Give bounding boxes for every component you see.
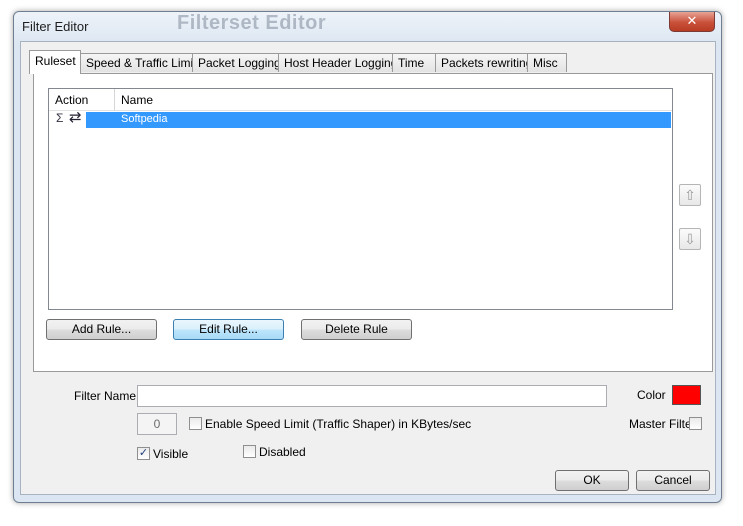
filter-name-label: Filter Name	[74, 389, 137, 403]
row-selection-highlight	[86, 112, 671, 128]
add-rule-button[interactable]: Add Rule...	[46, 319, 157, 340]
tab-host-header-logging[interactable]: Host Header Logging	[278, 53, 397, 72]
disabled-checkbox[interactable]	[243, 445, 256, 458]
arrow-up-icon: ⇧	[684, 187, 696, 203]
master-filter-label: Master Filter	[629, 417, 696, 431]
rule-name: Softpedia	[121, 113, 168, 125]
column-header-name[interactable]: Name	[115, 89, 672, 111]
dialog-client-area: Ruleset Speed & Traffic Limit Packet Log…	[20, 41, 716, 495]
window-title: Filter Editor	[22, 19, 89, 34]
checkmark-icon: ✓	[138, 447, 149, 459]
background-window-title: Filterset Editor	[177, 12, 327, 34]
delete-rule-button[interactable]: Delete Rule	[301, 319, 412, 340]
ruleset-tab-panel: Action Name Σ ⇄ Softpedia ⇧ ⇩ Add Rule..…	[33, 73, 713, 372]
tab-ruleset[interactable]: Ruleset	[29, 50, 81, 74]
sigma-icon: Σ	[56, 111, 64, 125]
close-button[interactable]: ✕	[669, 12, 715, 32]
master-filter-checkbox[interactable]	[689, 417, 702, 430]
swap-arrows-icon: ⇄	[69, 109, 82, 126]
edit-rule-button[interactable]: Edit Rule...	[173, 319, 284, 340]
close-icon: ✕	[686, 13, 698, 28]
visible-checkbox[interactable]: ✓	[137, 447, 150, 460]
tab-packets-rewriting[interactable]: Packets rewriting	[435, 53, 532, 72]
move-up-button[interactable]: ⇧	[679, 184, 701, 206]
cancel-button[interactable]: Cancel	[636, 470, 710, 491]
tab-misc[interactable]: Misc	[527, 53, 567, 72]
ok-button[interactable]: OK	[555, 470, 629, 491]
speed-limit-input[interactable]: 0	[137, 413, 177, 435]
color-label: Color	[637, 388, 666, 402]
visible-label: Visible	[153, 447, 189, 461]
speed-limit-checkbox[interactable]	[189, 417, 202, 430]
speed-limit-label: Enable Speed Limit (Traffic Shaper) in K…	[205, 417, 472, 431]
filter-name-input[interactable]	[137, 385, 607, 407]
move-down-button[interactable]: ⇩	[679, 228, 701, 250]
column-header-action[interactable]: Action	[49, 89, 115, 111]
tab-packet-logging[interactable]: Packet Logging	[192, 53, 281, 72]
arrow-down-icon: ⇩	[684, 231, 696, 247]
rules-list[interactable]: Action Name Σ ⇄ Softpedia	[48, 88, 673, 310]
table-row[interactable]: Σ ⇄ Softpedia	[49, 109, 672, 128]
tab-time[interactable]: Time	[392, 53, 436, 72]
tab-speed-traffic-limit[interactable]: Speed & Traffic Limit	[80, 53, 197, 72]
disabled-label: Disabled	[259, 445, 306, 459]
dialog-window: Filter Editor Filterset Editor ✕ Ruleset…	[13, 11, 722, 503]
color-swatch[interactable]	[672, 385, 701, 405]
